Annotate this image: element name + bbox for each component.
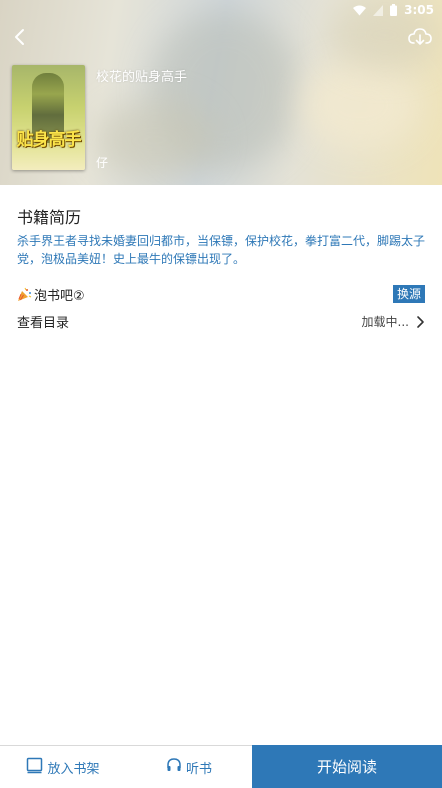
status-time: 3:05 — [404, 3, 434, 17]
cloud-download-icon — [408, 28, 432, 52]
book-header: 3:05 贴身高手 校花的贴身高手 仔 — [0, 0, 442, 185]
signal-icon — [373, 4, 384, 16]
add-to-shelf-button[interactable]: 放入书架 — [0, 746, 126, 788]
listen-button[interactable]: 听书 — [126, 746, 252, 788]
blurred-backdrop — [300, 60, 420, 150]
toc-status: 加载中... — [361, 315, 409, 329]
switch-source-button[interactable]: 换源 — [392, 285, 425, 303]
headphones-icon — [166, 757, 182, 777]
toc-label: 查看目录 — [17, 316, 70, 331]
chevron-right-icon — [415, 314, 425, 328]
toc-row[interactable]: 查看目录 加载中... — [17, 311, 425, 331]
wifi-icon — [353, 5, 367, 16]
cover-art-title: 贴身高手 — [16, 130, 82, 150]
book-author: 仔 — [96, 156, 109, 170]
back-arrow-icon — [10, 29, 32, 52]
source-label: 泡书吧② — [34, 289, 85, 304]
status-bar: 3:05 — [0, 0, 442, 20]
intro-heading: 书籍简历 — [17, 208, 82, 227]
bottom-action-bar: 放入书架 听书 开始阅读 — [0, 745, 442, 788]
book-cover: 贴身高手 — [12, 65, 85, 170]
add-to-shelf-label: 放入书架 — [47, 761, 100, 777]
battery-icon — [390, 4, 398, 16]
start-reading-button[interactable]: 开始阅读 — [252, 745, 442, 788]
blurred-backdrop — [95, 100, 215, 180]
back-button[interactable] — [10, 26, 32, 48]
source-row: 泡书吧② 换源 — [17, 284, 425, 304]
party-popper-icon — [17, 287, 32, 302]
intro-text: 杀手界王者寻找未婚妻回归都市，当保镖，保护校花，拳打富二代，脚踢太子党，泡极品美… — [17, 234, 426, 266]
tablet-icon — [26, 757, 43, 778]
book-title: 校花的贴身高手 — [96, 70, 188, 85]
cloud-download-button[interactable] — [408, 26, 432, 48]
listen-label: 听书 — [185, 761, 212, 777]
source-name: 泡书吧② — [17, 285, 85, 304]
